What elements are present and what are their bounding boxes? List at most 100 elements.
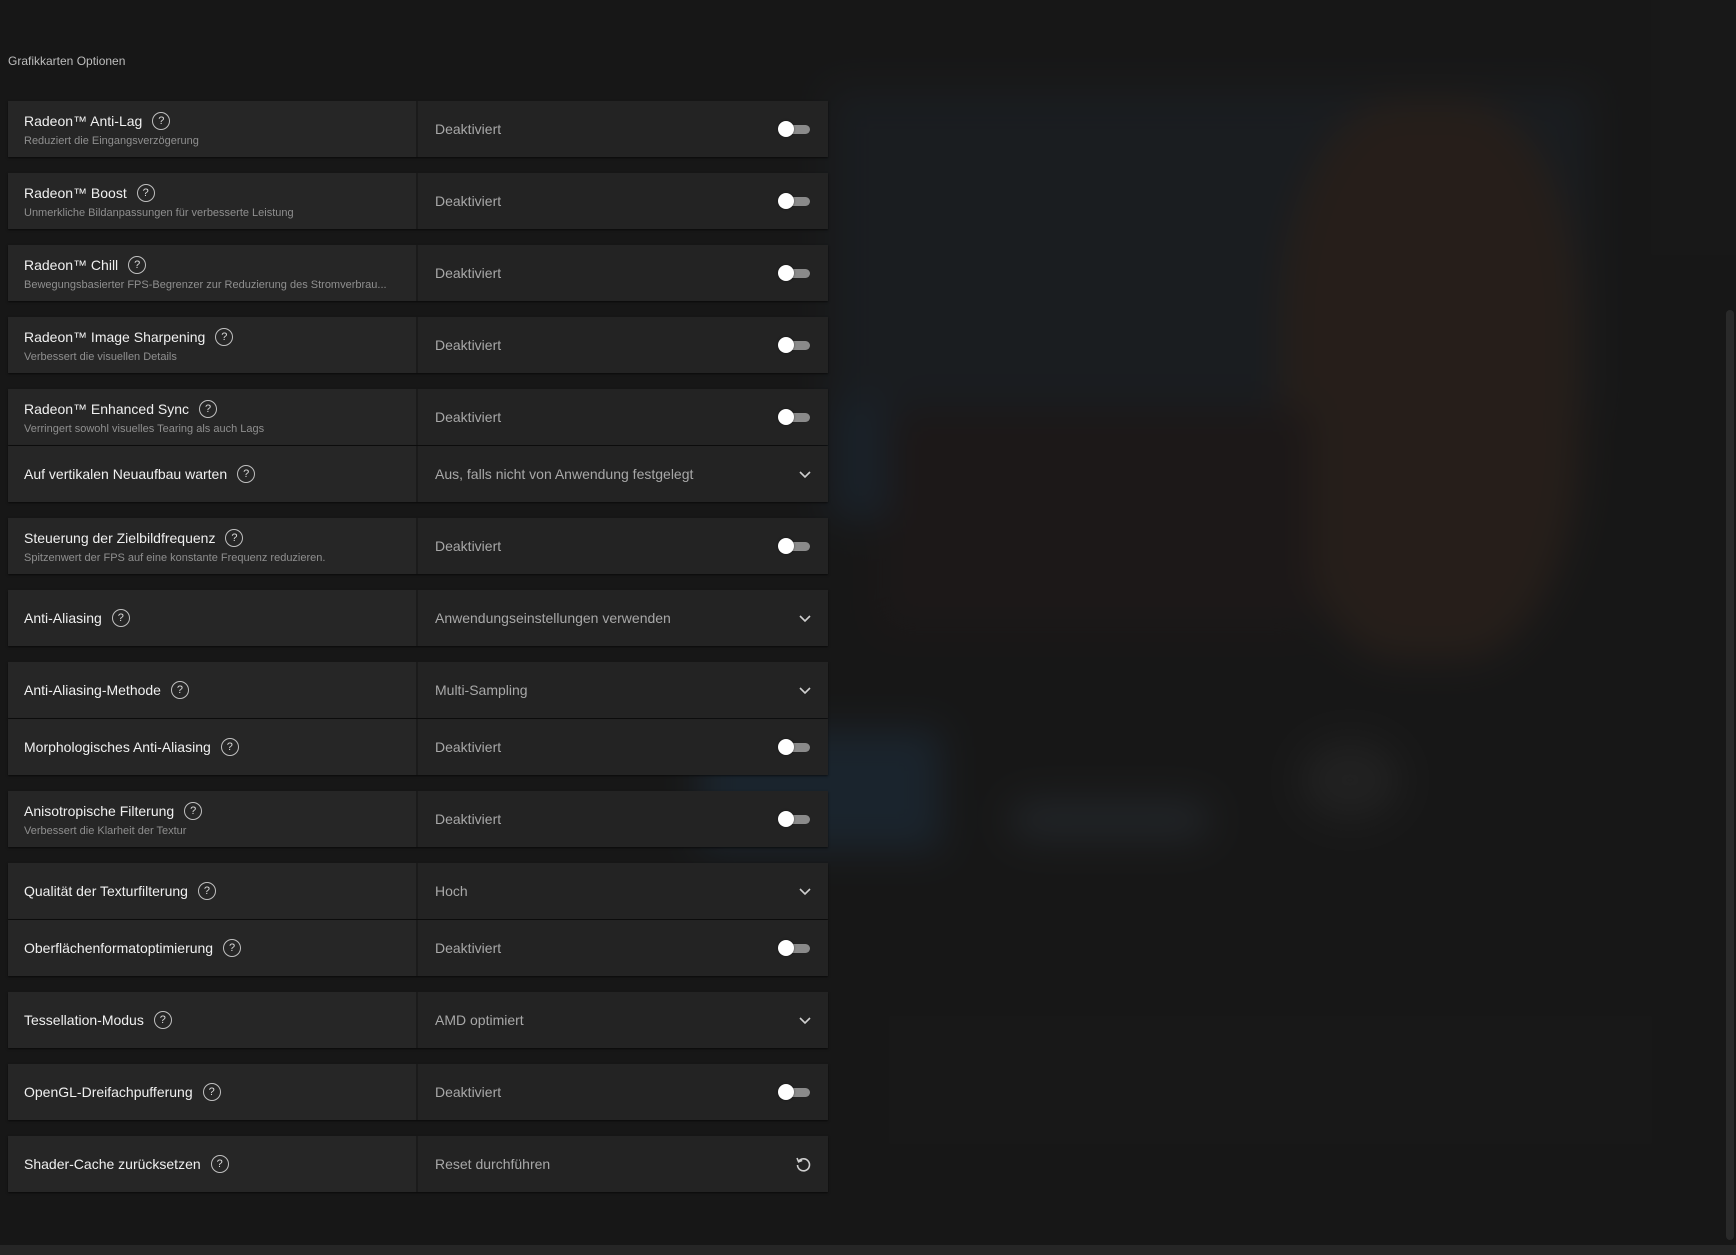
setting-description: Verbessert die Klarheit der Textur <box>24 824 187 837</box>
chevron-down-icon[interactable] <box>798 884 812 898</box>
chevron-down-icon[interactable] <box>798 683 812 697</box>
toggle-switch[interactable] <box>778 940 812 956</box>
setting-label: Shader-Cache zurücksetzen <box>24 1156 201 1172</box>
setting-value-cell: Deaktiviert <box>418 101 828 157</box>
setting-value: Deaktiviert <box>435 940 502 956</box>
setting-title-line: Anti-Aliasing? <box>24 609 400 627</box>
setting-title-line: Anti-Aliasing-Methode? <box>24 681 400 699</box>
setting-row: Radeon™ Anti-Lag? Reduziert die Eingangsv… <box>8 101 828 157</box>
setting-value: Deaktiviert <box>435 265 502 281</box>
toggle-switch[interactable] <box>778 409 812 425</box>
setting-row: Anti-Aliasing-Methode? Multi-Sampling <box>8 662 828 718</box>
setting-title-line: Morphologisches Anti-Aliasing? <box>24 738 400 756</box>
setting-label-cell: Auf vertikalen Neuaufbau warten? <box>8 446 418 502</box>
setting-value-cell: Deaktiviert <box>418 245 828 301</box>
help-icon[interactable]: ? <box>220 738 239 756</box>
toggle-switch[interactable] <box>778 121 812 137</box>
setting-title-line: Radeon™ Boost? <box>24 183 400 202</box>
setting-title-line: Anisotropische Filterung? <box>24 801 400 820</box>
help-icon[interactable]: ? <box>223 939 242 957</box>
setting-label: Anti-Aliasing-Methode <box>24 682 161 698</box>
setting-dropdown[interactable]: Anwendungseinstellungen verwenden <box>418 590 828 646</box>
setting-label-cell: Anti-Aliasing? <box>8 590 418 646</box>
setting-value: AMD optimiert <box>435 1012 524 1028</box>
setting-value: Deaktiviert <box>435 337 502 353</box>
setting-value-cell: Deaktiviert <box>418 389 828 445</box>
toggle-switch[interactable] <box>778 538 812 554</box>
help-icon[interactable]: ? <box>128 255 147 274</box>
setting-description: Verbessert die visuellen Details <box>24 350 177 363</box>
setting-label: Anti-Aliasing <box>24 610 102 626</box>
setting-label: Radeon™ Anti-Lag <box>24 112 143 129</box>
bottom-bar <box>0 1245 1736 1255</box>
setting-dropdown[interactable]: Hoch <box>418 863 828 919</box>
setting-title-line: Qualität der Texturfilterung? <box>24 882 400 900</box>
setting-dropdown[interactable]: Multi-Sampling <box>418 662 828 718</box>
help-icon[interactable]: ? <box>184 801 203 820</box>
setting-label-cell: Radeon™ Anti-Lag? Reduziert die Eingangsv… <box>8 101 418 157</box>
setting-value: Multi-Sampling <box>435 682 528 698</box>
help-icon[interactable]: ? <box>152 111 171 130</box>
setting-value-cell[interactable]: Reset durchführen <box>418 1136 828 1192</box>
setting-label: Radeon™ Chill <box>24 256 119 273</box>
setting-value-cell: Deaktiviert <box>418 791 828 847</box>
setting-title-line: Radeon™ Anti-Lag? <box>24 111 400 130</box>
setting-title-line: Steuerung der Zielbildfrequenz? <box>24 528 400 547</box>
setting-row: Anisotropische Filterung? Verbessert die … <box>8 791 828 847</box>
toggle-switch[interactable] <box>778 193 812 209</box>
setting-row: Morphologisches Anti-Aliasing? Deaktivier… <box>8 719 828 775</box>
toggle-switch[interactable] <box>778 811 812 827</box>
setting-label: Radeon™ Enhanced Sync <box>24 400 189 417</box>
scrollbar[interactable] <box>1726 310 1734 1240</box>
setting-label: Morphologisches Anti-Aliasing <box>24 739 211 755</box>
setting-title-line: Radeon™ Image Sharpening? <box>24 327 400 346</box>
setting-value: Deaktiviert <box>435 409 502 425</box>
setting-row: Auf vertikalen Neuaufbau warten? Aus, fal… <box>8 446 828 502</box>
setting-dropdown[interactable]: Aus, falls nicht von Anwendung festgeleg… <box>418 446 828 502</box>
section-title: Grafikkarten Optionen <box>8 54 126 68</box>
setting-value: Aus, falls nicht von Anwendung festgeleg… <box>435 466 694 482</box>
setting-title-line: OpenGL-Dreifachpufferung? <box>24 1083 400 1101</box>
setting-row: Shader-Cache zurücksetzen? Reset durchfüh… <box>8 1136 828 1192</box>
setting-value: Deaktiviert <box>435 811 502 827</box>
help-icon[interactable]: ? <box>153 1011 172 1029</box>
setting-label-cell: Radeon™ Boost? Unmerkliche Bildanpassunge… <box>8 173 418 229</box>
chevron-down-icon[interactable] <box>798 611 812 625</box>
chevron-down-icon[interactable] <box>798 1013 812 1027</box>
toggle-switch[interactable] <box>778 337 812 353</box>
toggle-switch[interactable] <box>778 739 812 755</box>
toggle-switch[interactable] <box>778 265 812 281</box>
help-icon[interactable]: ? <box>210 1155 229 1173</box>
setting-value: Reset durchführen <box>435 1156 551 1172</box>
setting-label: Qualität der Texturfilterung <box>24 883 188 899</box>
help-icon[interactable]: ? <box>136 183 155 202</box>
setting-label-cell: Shader-Cache zurücksetzen? <box>8 1136 418 1192</box>
help-icon[interactable]: ? <box>225 528 244 547</box>
setting-value: Deaktiviert <box>435 1084 502 1100</box>
setting-row: Oberflächenformatoptimierung? Deaktiviert <box>8 920 828 976</box>
setting-label-cell: Radeon™ Chill? Bewegungsbasierter FPS-Beg… <box>8 245 418 301</box>
help-icon[interactable]: ? <box>237 465 256 483</box>
setting-title-line: Shader-Cache zurücksetzen? <box>24 1155 400 1173</box>
reset-icon[interactable] <box>794 1155 812 1173</box>
setting-row: Radeon™ Chill? Bewegungsbasierter FPS-Beg… <box>8 245 828 301</box>
help-icon[interactable]: ? <box>170 681 189 699</box>
setting-value-cell: Deaktiviert <box>418 518 828 574</box>
toggle-switch[interactable] <box>778 1084 812 1100</box>
chevron-down-icon[interactable] <box>798 467 812 481</box>
setting-label-cell: OpenGL-Dreifachpufferung? <box>8 1064 418 1120</box>
setting-dropdown[interactable]: AMD optimiert <box>418 992 828 1048</box>
setting-label-cell: Radeon™ Image Sharpening? Verbessert die … <box>8 317 418 373</box>
setting-description: Spitzenwert der FPS auf eine konstante F… <box>24 551 326 564</box>
setting-title-line: Radeon™ Enhanced Sync? <box>24 399 400 418</box>
help-icon[interactable]: ? <box>202 1083 221 1101</box>
setting-value: Deaktiviert <box>435 739 502 755</box>
setting-value: Deaktiviert <box>435 193 502 209</box>
setting-row: Steuerung der Zielbildfrequenz? Spitzenwe… <box>8 518 828 574</box>
help-icon[interactable]: ? <box>197 882 216 900</box>
help-icon[interactable]: ? <box>111 609 130 627</box>
setting-label: Tessellation-Modus <box>24 1012 144 1028</box>
help-icon[interactable]: ? <box>215 327 234 346</box>
help-icon[interactable]: ? <box>199 399 217 418</box>
setting-row: Qualität der Texturfilterung? Hoch <box>8 863 828 919</box>
